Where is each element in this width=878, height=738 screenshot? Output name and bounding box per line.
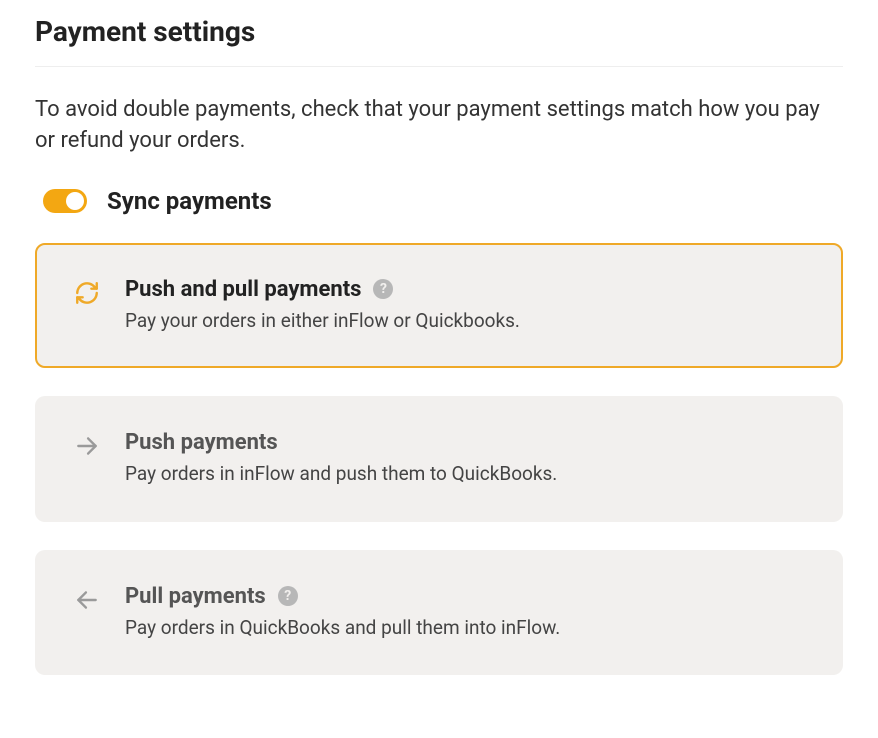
arrow-right-icon bbox=[73, 432, 101, 460]
option-push[interactable]: Push payments Pay orders in inFlow and p… bbox=[35, 396, 843, 522]
option-pull[interactable]: Pull payments ? Pay orders in QuickBooks… bbox=[35, 550, 843, 676]
option-title: Pull payments bbox=[125, 584, 266, 609]
arrow-left-icon bbox=[73, 586, 101, 614]
option-description: Pay orders in inFlow and push them to Qu… bbox=[125, 461, 805, 488]
sync-icon bbox=[73, 279, 101, 307]
option-body: Pull payments ? Pay orders in QuickBooks… bbox=[125, 584, 805, 642]
option-title-row: Push and pull payments ? bbox=[125, 277, 805, 302]
option-title: Push and pull payments bbox=[125, 277, 361, 302]
option-title: Push payments bbox=[125, 430, 278, 455]
option-description: Pay orders in QuickBooks and pull them i… bbox=[125, 615, 805, 642]
option-body: Push payments Pay orders in inFlow and p… bbox=[125, 430, 805, 488]
sync-payments-row: Sync payments bbox=[35, 187, 843, 215]
option-description: Pay your orders in either inFlow or Quic… bbox=[125, 308, 805, 335]
option-body: Push and pull payments ? Pay your orders… bbox=[125, 277, 805, 335]
help-icon[interactable]: ? bbox=[278, 586, 298, 606]
help-icon[interactable]: ? bbox=[373, 279, 393, 299]
sync-payments-label: Sync payments bbox=[107, 187, 272, 215]
toggle-knob bbox=[66, 192, 84, 210]
option-title-row: Pull payments ? bbox=[125, 584, 805, 609]
sync-payments-toggle[interactable] bbox=[43, 189, 87, 213]
option-push-and-pull[interactable]: Push and pull payments ? Pay your orders… bbox=[35, 243, 843, 369]
intro-text: To avoid double payments, check that you… bbox=[35, 95, 843, 157]
option-title-row: Push payments bbox=[125, 430, 805, 455]
page-title: Payment settings bbox=[35, 15, 843, 67]
